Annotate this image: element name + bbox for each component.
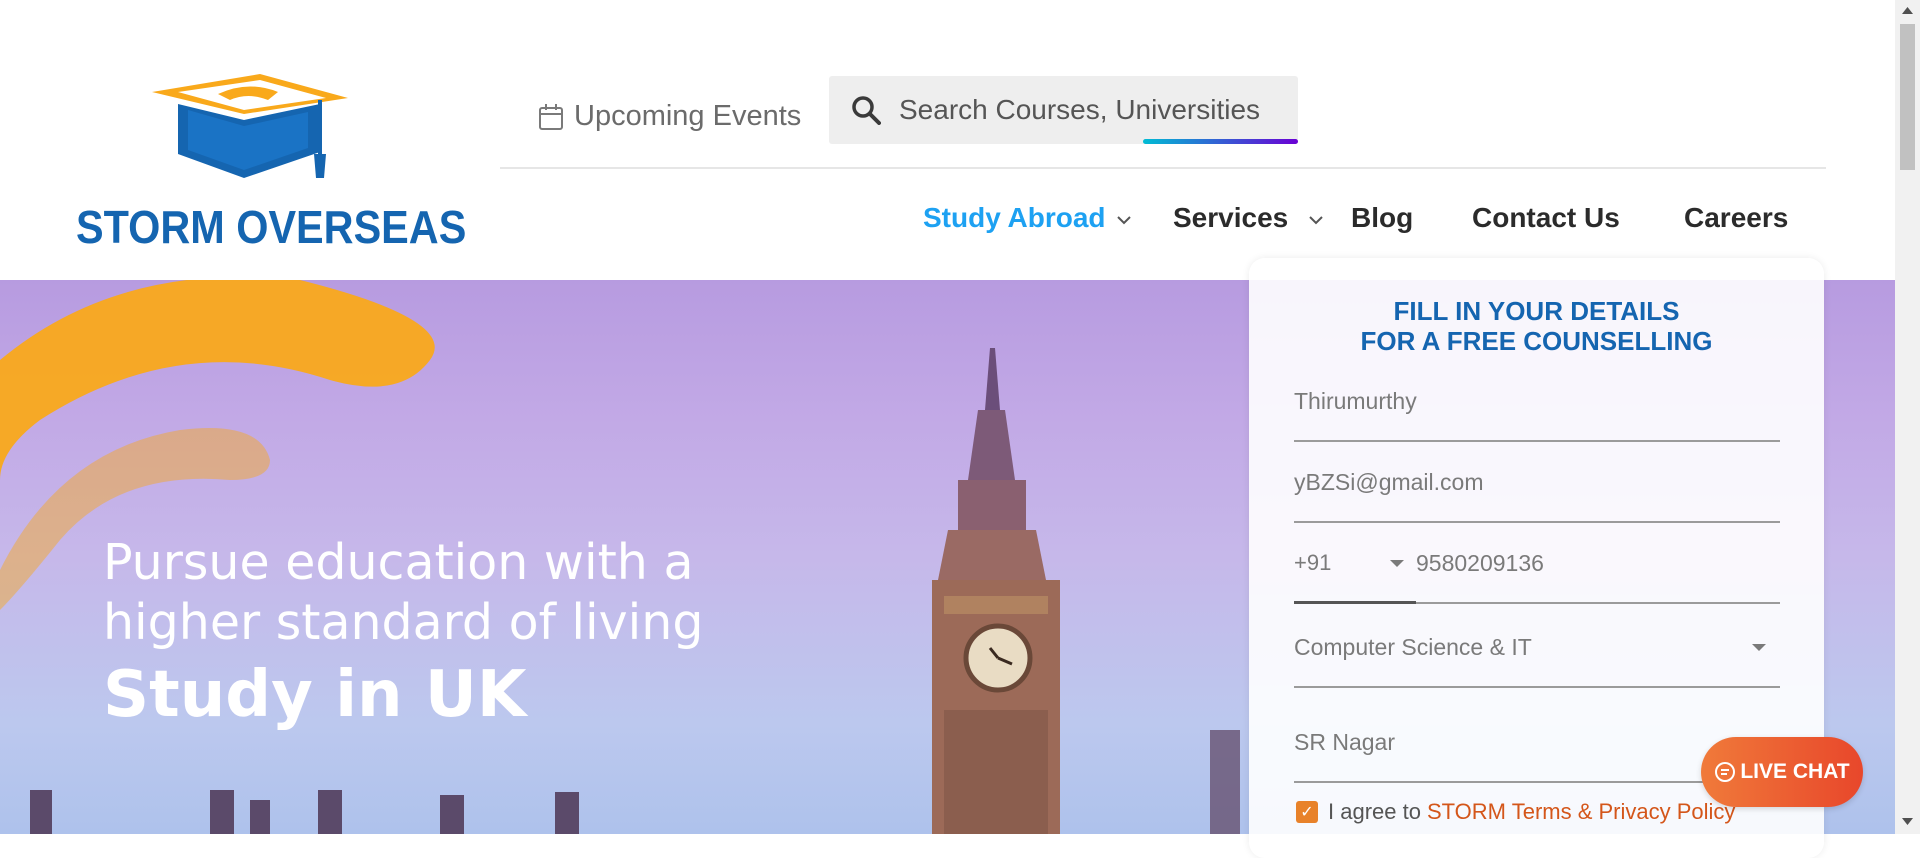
header-divider <box>500 167 1826 169</box>
site-header: STORM OVERSEAS Upcoming Events Search Co… <box>0 0 1895 280</box>
nav-label-blog: Blog <box>1351 202 1414 233</box>
hero-subtitle-line-2: higher standard of living <box>103 594 704 651</box>
terms-label: I agree to <box>1328 799 1421 824</box>
nav-item-blog[interactable]: Blog <box>1351 202 1413 234</box>
location-field-value: SR Nagar <box>1294 729 1395 755</box>
hero-subtitle-line-1: Pursue education with a <box>103 534 694 591</box>
caret-down-icon <box>1390 560 1404 567</box>
nav-label-careers: Careers <box>1684 202 1789 233</box>
form-title: FILL IN YOUR DETAILS FOR A FREE COUNSELL… <box>1249 296 1824 356</box>
phone-field[interactable]: +91 9580209136 <box>1294 522 1780 604</box>
country-code-select[interactable]: +91 <box>1294 550 1331 576</box>
nav-item-contact-us[interactable]: Contact Us <box>1472 202 1620 234</box>
upcoming-events-link[interactable]: Upcoming Events <box>538 100 801 133</box>
upcoming-events-label: Upcoming Events <box>574 100 802 132</box>
form-title-line-1: FILL IN YOUR DETAILS <box>1393 296 1680 326</box>
nav-item-services[interactable]: Services <box>1173 202 1324 234</box>
country-code-underline <box>1294 601 1416 604</box>
chevron-down-icon <box>1116 216 1131 225</box>
phone-field-value: 9580209136 <box>1416 550 1544 576</box>
storm-overseas-logo[interactable]: STORM OVERSEAS <box>72 70 466 253</box>
name-field-value: Thirumurthy <box>1294 388 1417 414</box>
form-title-line-2: FOR A FREE COUNSELLING <box>1360 326 1713 356</box>
name-field[interactable]: Thirumurthy <box>1294 360 1780 442</box>
search-underline <box>1143 139 1298 144</box>
caret-down-icon <box>1752 644 1766 651</box>
live-chat-button[interactable]: LIVE CHAT <box>1701 737 1863 807</box>
page-scrollbar[interactable] <box>1895 0 1920 834</box>
email-field[interactable]: yBZSi@gmail.com <box>1294 441 1780 523</box>
search-box[interactable]: Search Courses, Universities <box>829 76 1298 144</box>
nav-label-services: Services <box>1173 202 1289 233</box>
email-field-value: yBZSi@gmail.com <box>1294 469 1484 495</box>
hero-heading: Pursue education with a higher standard … <box>103 533 703 737</box>
course-select[interactable]: Computer Science & IT <box>1294 606 1780 688</box>
course-select-value: Computer Science & IT <box>1294 634 1532 660</box>
scroll-up-arrow-icon[interactable] <box>1895 4 1920 18</box>
brand-name: STORM OVERSEAS <box>76 201 467 253</box>
hero-title: Study in UK <box>103 658 527 732</box>
terms-checkbox[interactable]: ✓ <box>1296 801 1318 823</box>
graduation-cap-icon <box>152 74 348 178</box>
nav-label-study-abroad: Study Abroad <box>923 202 1106 233</box>
live-chat-label: LIVE CHAT <box>1740 760 1850 783</box>
terms-link[interactable]: STORM Terms & Privacy Policy <box>1427 799 1735 825</box>
search-icon <box>852 96 881 125</box>
chat-bubble-icon <box>1715 762 1736 782</box>
terms-agreement: ✓ I agree to STORM Terms & Privacy Polic… <box>1296 799 1735 825</box>
scrollbar-thumb[interactable] <box>1900 24 1915 170</box>
nav-label-contact-us: Contact Us <box>1472 202 1620 233</box>
scroll-down-arrow-icon[interactable] <box>1895 814 1920 828</box>
chevron-down-icon <box>1309 216 1323 225</box>
nav-item-careers[interactable]: Careers <box>1684 202 1788 234</box>
calendar-icon <box>539 103 563 130</box>
search-input[interactable]: Search Courses, Universities <box>899 94 1260 126</box>
nav-item-study-abroad[interactable]: Study Abroad <box>923 202 1132 234</box>
